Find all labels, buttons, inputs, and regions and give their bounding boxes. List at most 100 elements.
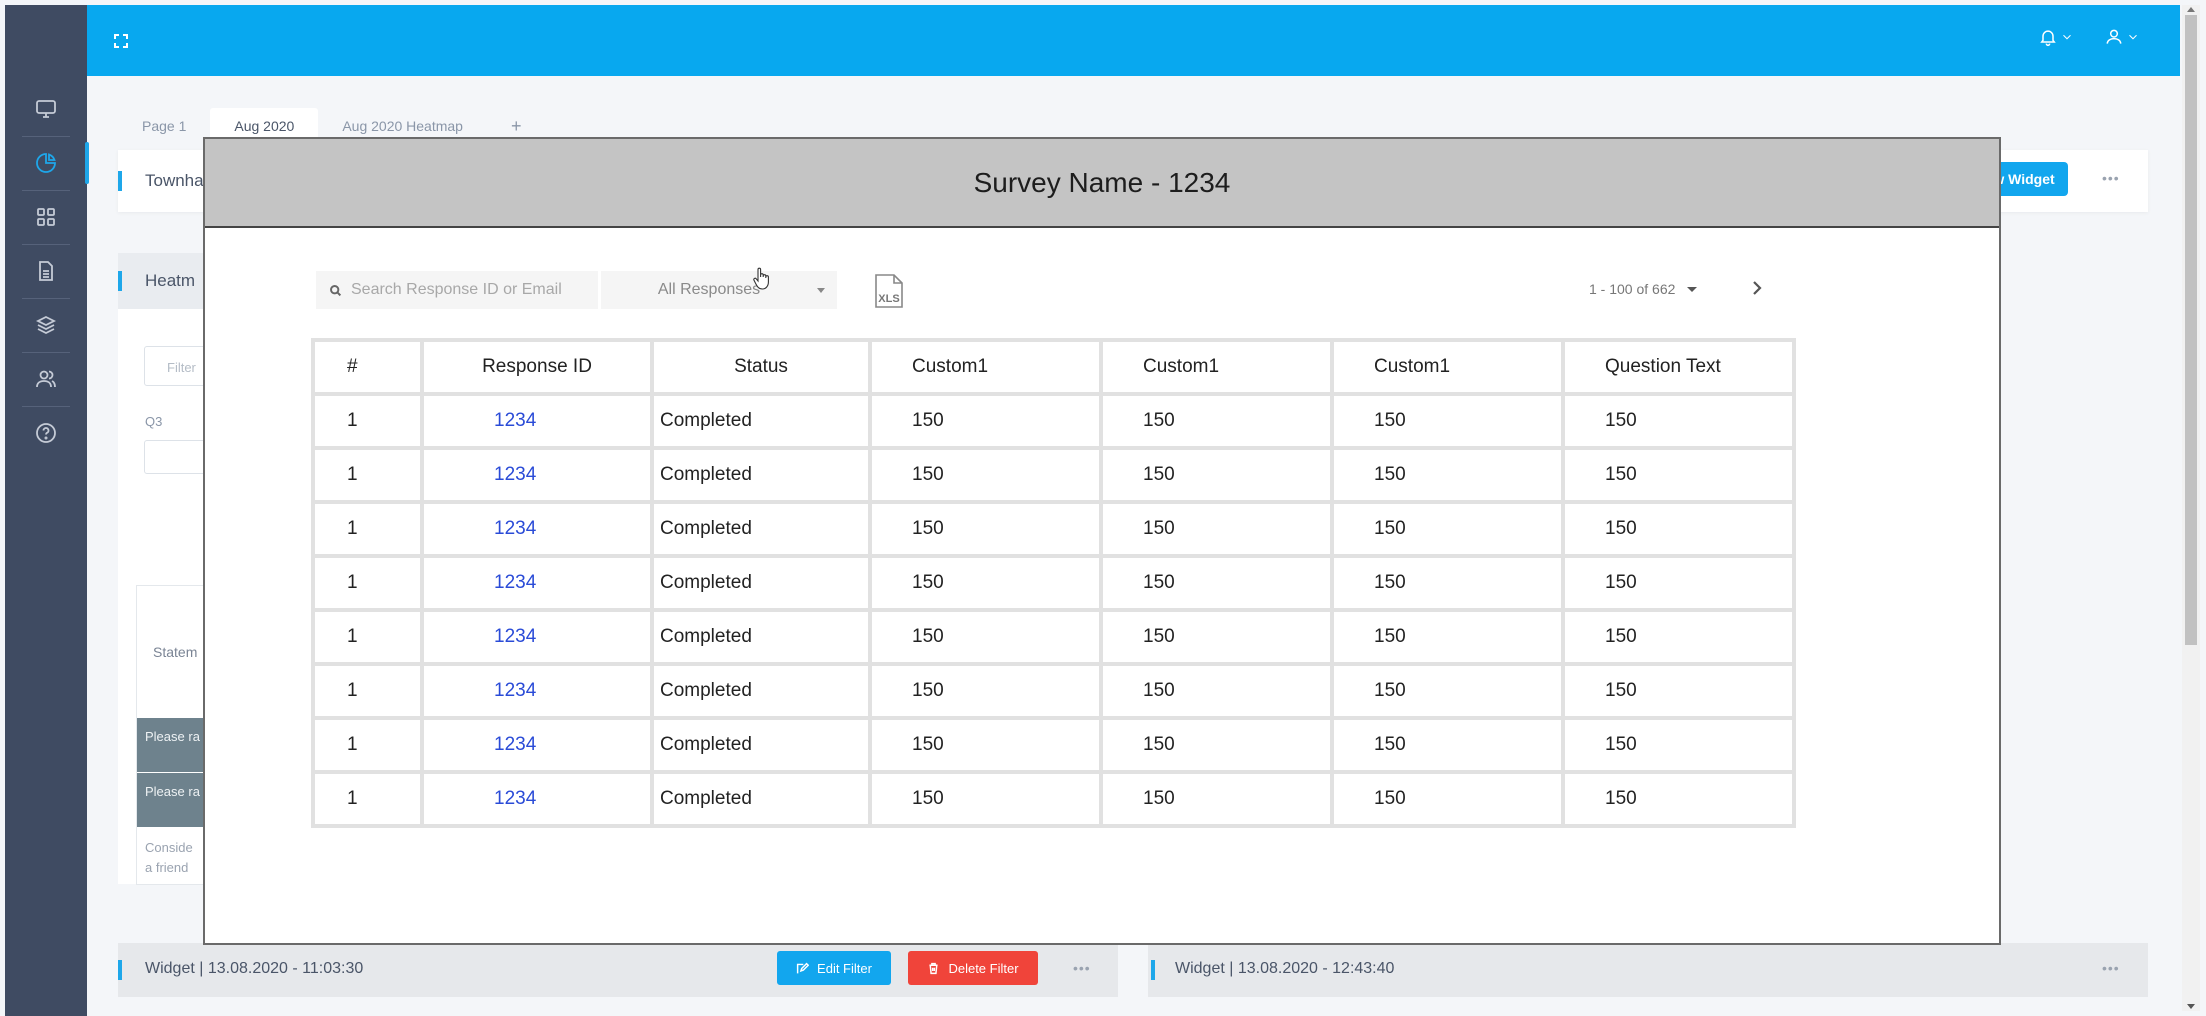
cell-custom1: 150 — [872, 774, 1099, 824]
cell-question-text: 150 — [1565, 450, 1792, 500]
column-header-number[interactable]: # — [315, 342, 420, 392]
cell-number: 1 — [315, 504, 420, 554]
table-row[interactable]: 1 1234 Completed 150 150 150 150 — [315, 558, 1792, 608]
response-id-link[interactable]: 1234 — [494, 410, 536, 431]
cell-custom1: 150 — [1334, 558, 1561, 608]
cell-response-id: 1234 — [424, 612, 650, 662]
table-row[interactable]: 1 1234 Completed 150 150 150 150 — [315, 612, 1792, 662]
column-header-custom1[interactable]: Custom1 — [872, 342, 1099, 392]
sidebar-item-dashboard[interactable] — [5, 82, 87, 136]
survey-responses-modal: Survey Name - 1234 All Responses XLS 1 -… — [203, 137, 2001, 945]
delete-filter-label: Delete Filter — [948, 960, 1019, 976]
response-id-link[interactable]: 1234 — [494, 572, 536, 593]
modal-title: Survey Name - 1234 — [973, 166, 1231, 198]
users-icon — [36, 370, 56, 388]
xls-export-icon[interactable]: XLS — [873, 273, 905, 309]
cell-custom1: 150 — [1334, 396, 1561, 446]
cell-status: Completed — [654, 774, 868, 824]
cell-status: Completed — [654, 558, 868, 608]
edit-filter-button[interactable]: Edit Filter — [777, 951, 891, 985]
cell-custom1: 150 — [1103, 504, 1330, 554]
cell-question-text: 150 — [1565, 720, 1792, 770]
top-bar — [87, 5, 2180, 76]
cell-custom1: 150 — [872, 396, 1099, 446]
response-id-link[interactable]: 1234 — [494, 788, 536, 809]
card-accent-bar — [118, 271, 122, 291]
table-row[interactable]: 1 1234 Completed 150 150 150 150 — [315, 504, 1792, 554]
response-id-link[interactable]: 1234 — [494, 734, 536, 755]
hand-cursor-icon — [753, 267, 769, 290]
table-row[interactable]: 1 1234 Completed 150 150 150 150 — [315, 666, 1792, 716]
heatmap-title: Heatm — [145, 271, 196, 290]
sidebar-item-widgets[interactable] — [5, 190, 87, 244]
chevron-right-icon[interactable] — [1748, 277, 1766, 299]
cell-custom1: 150 — [1334, 450, 1561, 500]
table-row[interactable]: 1 1234 Completed 150 150 150 150 — [315, 774, 1792, 824]
sidebar-item-analytics[interactable] — [5, 136, 89, 190]
cell-status: Completed — [654, 666, 868, 716]
response-id-link[interactable]: 1234 — [494, 680, 536, 701]
pie-chart-icon — [36, 153, 56, 173]
scroll-down-arrow-icon[interactable] — [2187, 1004, 2195, 1009]
cell-status: Completed — [654, 504, 868, 554]
response-id-link[interactable]: 1234 — [494, 464, 536, 485]
xls-label: XLS — [878, 293, 899, 305]
cell-custom1: 150 — [872, 558, 1099, 608]
table-row[interactable]: 1 1234 Completed 150 150 150 150 — [315, 720, 1792, 770]
cell-response-id: 1234 — [424, 666, 650, 716]
sidebar-item-help[interactable] — [5, 406, 87, 460]
grid-icon — [37, 208, 55, 226]
user-icon — [2106, 29, 2122, 44]
response-id-link[interactable]: 1234 — [494, 626, 536, 647]
card-accent-bar — [1151, 960, 1155, 980]
sidebar-item-users[interactable] — [5, 352, 87, 406]
cell-status: Completed — [654, 612, 868, 662]
cell-question-text: 150 — [1565, 396, 1792, 446]
scroll-thumb[interactable] — [2185, 15, 2197, 645]
sidebar-item-reports[interactable] — [5, 244, 87, 298]
cell-response-id: 1234 — [424, 504, 650, 554]
cell-custom1: 150 — [1334, 504, 1561, 554]
statement-column-header: Statem — [153, 644, 198, 660]
card-accent-bar — [118, 171, 122, 191]
expand-icon[interactable] — [113, 33, 129, 49]
user-menu[interactable] — [2104, 27, 2140, 47]
caret-down-icon — [1687, 286, 1698, 292]
sidebar-item-layers[interactable] — [5, 298, 87, 352]
monitor-icon — [36, 100, 56, 118]
response-filter-select[interactable]: All Responses — [601, 271, 837, 309]
cell-number: 1 — [315, 612, 420, 662]
column-header-response-id[interactable]: Response ID — [424, 342, 650, 392]
column-header-status[interactable]: Status — [654, 342, 868, 392]
cell-question-text: 150 — [1565, 504, 1792, 554]
q3-label: Q3 — [145, 414, 163, 429]
page-scrollbar[interactable] — [2182, 5, 2200, 1011]
response-id-link[interactable]: 1234 — [494, 518, 536, 539]
search-box[interactable] — [316, 271, 598, 309]
column-header-custom1[interactable]: Custom1 — [1334, 342, 1561, 392]
table-row[interactable]: 1 1234 Completed 150 150 150 150 — [315, 396, 1792, 446]
cell-status: Completed — [654, 720, 868, 770]
pagination-range[interactable]: 1 - 100 of 662 — [1589, 281, 1698, 297]
delete-filter-button[interactable]: Delete Filter — [908, 951, 1038, 985]
cell-status: Completed — [654, 396, 868, 446]
townhall-more-button[interactable]: ••• — [2102, 170, 2120, 186]
cell-response-id: 1234 — [424, 774, 650, 824]
townhall-title: Townha — [145, 171, 204, 190]
widget-more-button[interactable]: ••• — [2102, 960, 2120, 976]
column-header-question-text[interactable]: Question Text — [1565, 342, 1792, 392]
cell-number: 1 — [315, 396, 420, 446]
statement-row-text: Conside a friend — [145, 838, 193, 878]
cell-custom1: 150 — [1103, 450, 1330, 500]
tab-page-1[interactable]: Page 1 — [118, 108, 210, 144]
scroll-up-arrow-icon[interactable] — [2187, 7, 2195, 12]
cell-question-text: 150 — [1565, 612, 1792, 662]
column-header-custom1[interactable]: Custom1 — [1103, 342, 1330, 392]
notifications-menu[interactable] — [2038, 27, 2074, 47]
widget-more-button[interactable]: ••• — [1073, 960, 1091, 976]
search-input[interactable] — [351, 281, 591, 299]
cell-custom1: 150 — [1334, 720, 1561, 770]
statement-text-line: a friend — [145, 860, 189, 875]
table-row[interactable]: 1 1234 Completed 150 150 150 150 — [315, 450, 1792, 500]
cell-custom1: 150 — [1103, 774, 1330, 824]
